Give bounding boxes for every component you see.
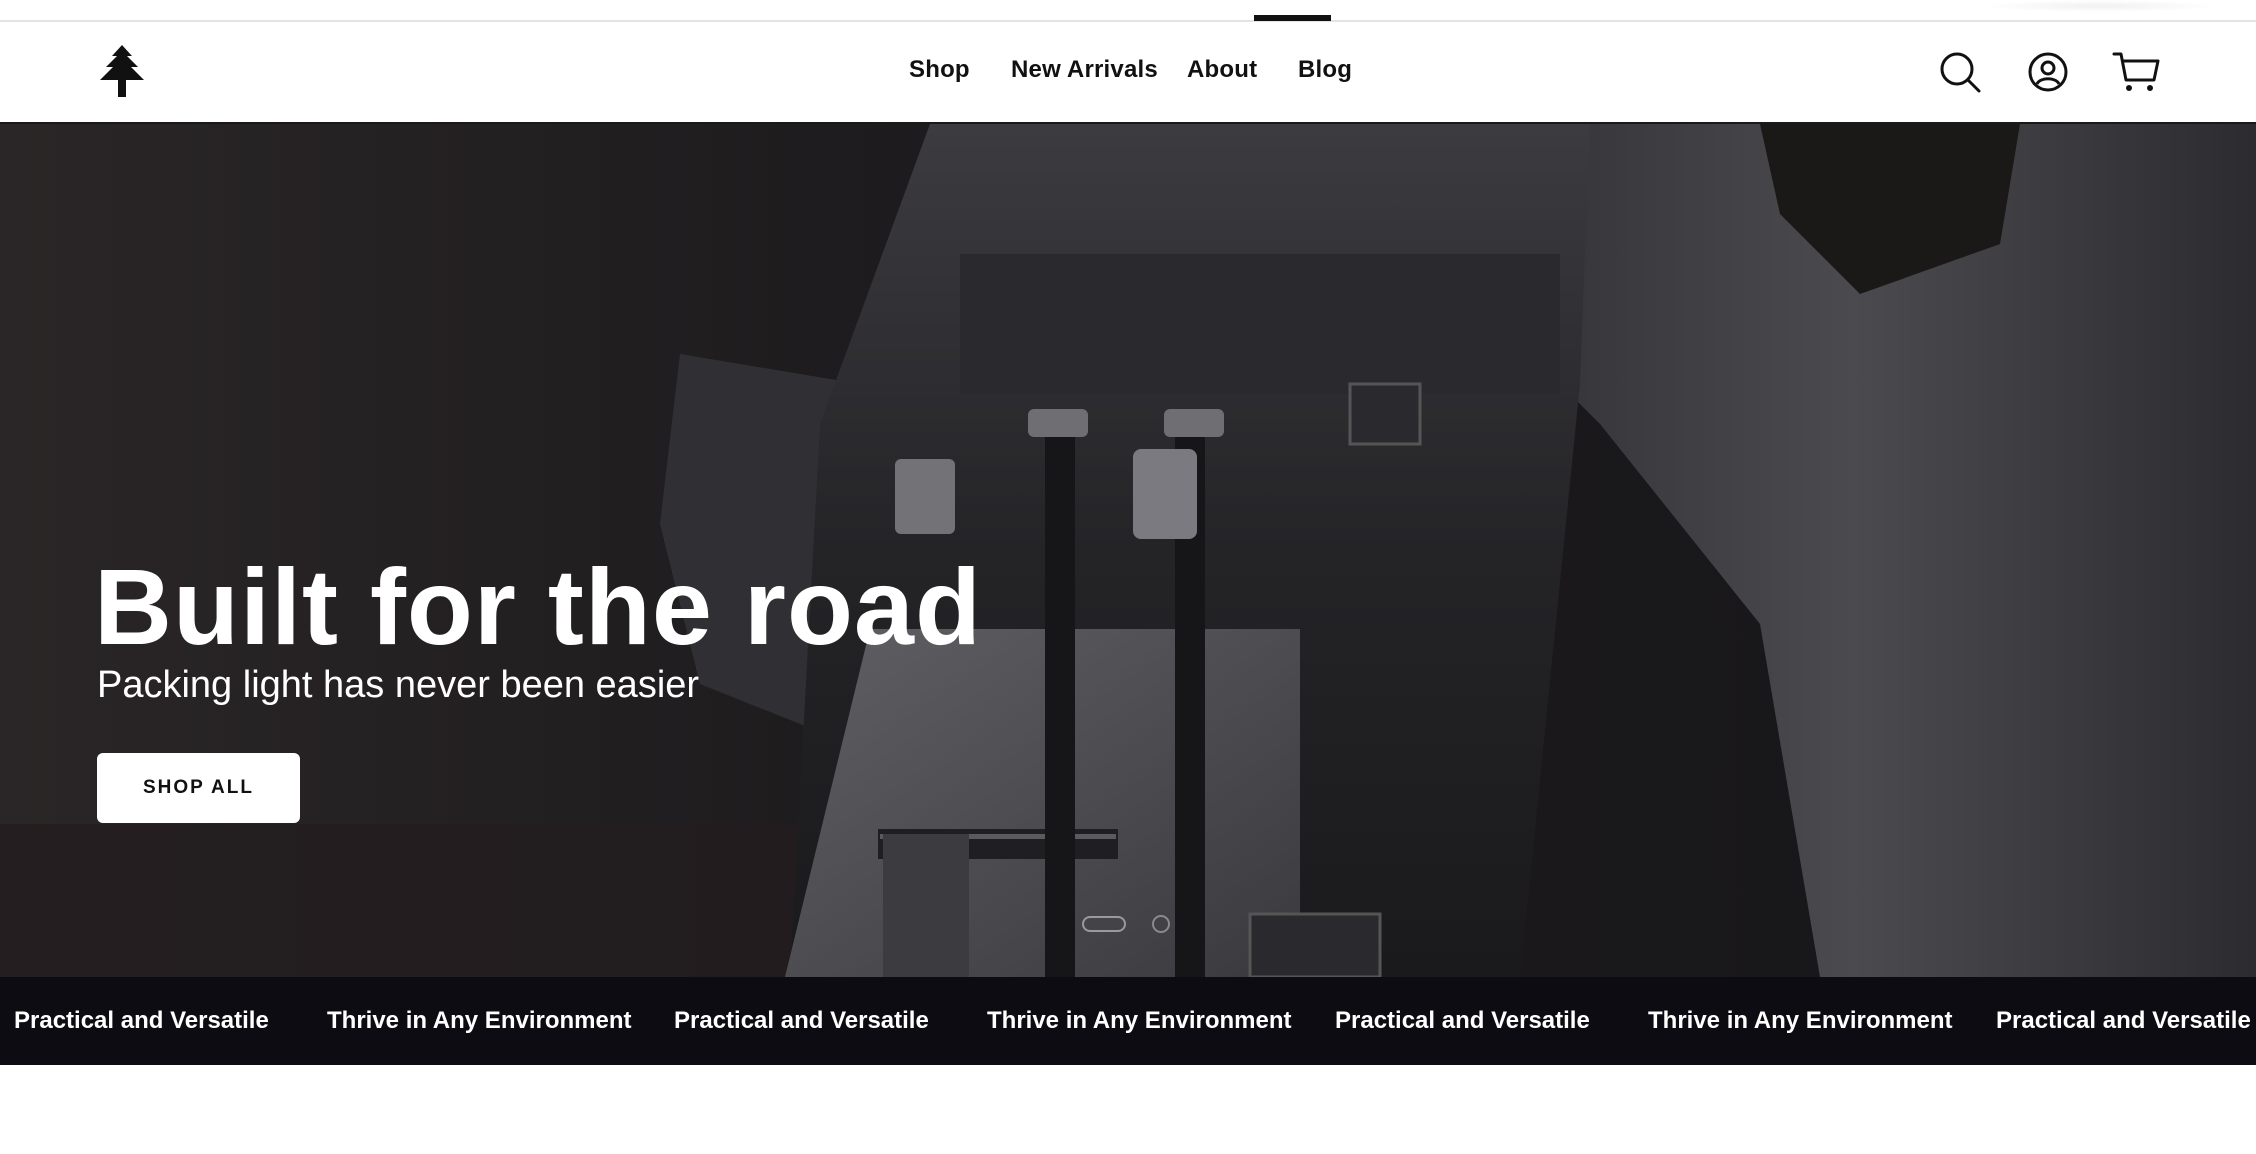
top-announcement-bar: [0, 0, 2256, 22]
nav-item-shop[interactable]: Shop: [909, 56, 970, 84]
nav-active-indicator: [1254, 15, 1331, 21]
hero-subtitle: Packing light has never been easier: [97, 664, 700, 706]
nav-item-about[interactable]: About: [1187, 56, 1257, 84]
main-nav: Shop New Arrivals About Blog: [0, 15, 2256, 122]
slide-dot[interactable]: [1152, 915, 1170, 933]
search-icon[interactable]: [1938, 50, 1982, 94]
marquee-item: Thrive in Any Environment: [987, 1007, 1292, 1034]
slide-dot-active[interactable]: [1082, 916, 1126, 932]
marquee-item: Practical and Versatile: [1996, 1007, 2251, 1034]
hero-banner: Built for the road Packing light has nev…: [0, 124, 2256, 977]
site-header: Shop New Arrivals About Blog: [0, 15, 2256, 124]
marquee-strip: Practical and Versatile Thrive in Any En…: [0, 977, 2256, 1065]
nav-item-blog[interactable]: Blog: [1298, 56, 1352, 84]
slide-indicators: [1082, 915, 1182, 933]
marquee-item: Practical and Versatile: [14, 1007, 269, 1034]
below-fold-content: [0, 1065, 2256, 1154]
account-icon[interactable]: [2026, 50, 2070, 94]
topbar-shadow: [1980, 0, 2220, 12]
marquee-item: Thrive in Any Environment: [327, 1007, 632, 1034]
marquee-item: Practical and Versatile: [1335, 1007, 1590, 1034]
marquee-item: Thrive in Any Environment: [1648, 1007, 1953, 1034]
shop-all-button[interactable]: SHOP ALL: [97, 753, 300, 823]
marquee-item: Practical and Versatile: [674, 1007, 929, 1034]
nav-item-new-arrivals[interactable]: New Arrivals: [1011, 56, 1158, 84]
cart-icon[interactable]: [2112, 50, 2160, 94]
hero-title: Built for the road: [94, 546, 982, 667]
